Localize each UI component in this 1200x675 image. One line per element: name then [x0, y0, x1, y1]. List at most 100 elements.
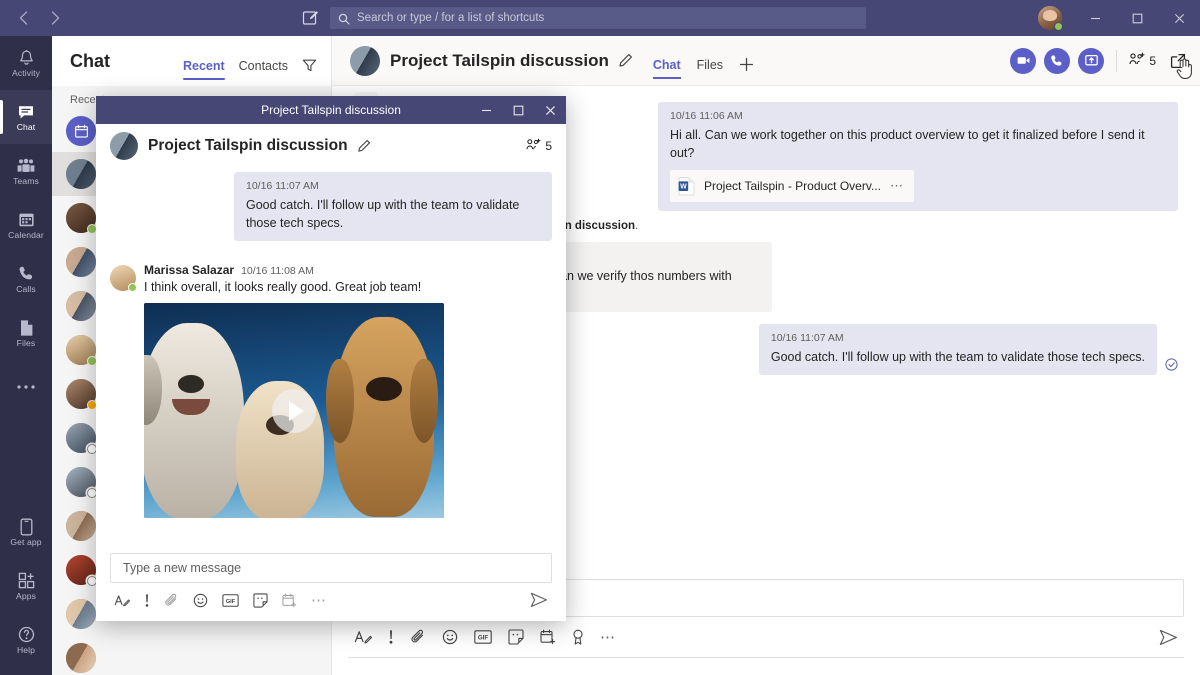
popup-close-button[interactable] — [534, 96, 566, 124]
gif-icon[interactable]: GIF — [222, 594, 239, 607]
add-people-button[interactable]: 5 — [1129, 52, 1156, 69]
pencil-edit-icon[interactable] — [618, 53, 633, 68]
message-body: Marissa Salazar 10/16 11:08 AM I think o… — [144, 263, 444, 518]
popup-window-title: Project Tailspin discussion — [261, 103, 401, 117]
sticker-icon[interactable] — [508, 629, 524, 645]
pencil-edit-icon[interactable] — [357, 139, 371, 153]
emoji-smiley-icon[interactable] — [442, 629, 458, 645]
avatar — [66, 335, 96, 365]
message-text: Good catch. I'll follow up with the team… — [771, 348, 1145, 366]
schedule-meeting-icon[interactable] — [282, 593, 297, 608]
popup-add-people-button[interactable]: 5 — [526, 138, 552, 154]
list-item[interactable] — [52, 636, 331, 675]
sidebar-item-files[interactable]: Files — [0, 306, 52, 360]
divider — [1116, 50, 1117, 72]
file-name: Project Tailspin - Product Overv... — [704, 178, 881, 195]
gif-attachment[interactable] — [144, 303, 444, 518]
popup-composer-toolbar: GIF ⋯ — [110, 583, 552, 617]
sidebar-item-label: Apps — [16, 592, 36, 601]
search-bar[interactable]: Search or type / for a list of shortcuts — [330, 7, 866, 29]
message-row[interactable]: Marissa Salazar 10/16 11:08 AM I think o… — [110, 263, 552, 518]
popup-maximize-button[interactable] — [502, 96, 534, 124]
sidebar-item-calendar[interactable]: Calendar — [0, 198, 52, 252]
important-exclamation-icon[interactable] — [388, 629, 394, 645]
message-row[interactable]: 10/16 11:07 AM Good catch. I'll follow u… — [110, 172, 552, 241]
format-text-icon[interactable] — [354, 629, 372, 645]
title-bar: Search or type / for a list of shortcuts — [0, 0, 1200, 36]
message-bubble: 10/16 11:07 AM Good catch. I'll follow u… — [234, 172, 552, 241]
window-minimize-button[interactable] — [1074, 0, 1116, 36]
popped-out-chat-window: Project Tailspin discussion Project Tail… — [96, 96, 566, 621]
window-maximize-button[interactable] — [1116, 0, 1158, 36]
avatar[interactable] — [1038, 6, 1062, 30]
attach-paperclip-icon[interactable] — [410, 629, 426, 645]
compose-new-chat-icon[interactable] — [302, 9, 320, 27]
more-options-icon[interactable]: ⋯ — [600, 630, 617, 645]
sidebar-more-apps-button[interactable] — [0, 360, 52, 414]
share-screen-icon[interactable] — [1078, 48, 1104, 74]
popup-message-input[interactable]: Type a new message — [110, 553, 552, 583]
sidebar-item-activity[interactable]: Activity — [0, 36, 52, 90]
popup-chat-title: Project Tailspin discussion — [148, 137, 348, 155]
emoji-smiley-icon[interactable] — [193, 593, 208, 608]
popup-message-list: 10/16 11:07 AM Good catch. I'll follow u… — [96, 168, 566, 553]
sidebar-item-chat[interactable]: Chat — [0, 90, 52, 144]
message-text: Hi all. Can we work together on this pro… — [670, 126, 1166, 162]
filter-funnel-icon[interactable] — [302, 58, 317, 86]
play-triangle-icon[interactable] — [272, 389, 316, 433]
sidebar-item-calls[interactable]: Calls — [0, 252, 52, 306]
format-text-icon[interactable] — [114, 593, 130, 608]
chat-title: Project Tailspin discussion — [390, 51, 609, 71]
send-arrow-icon[interactable] — [1159, 629, 1178, 646]
more-options-icon[interactable]: ⋯ — [311, 593, 328, 608]
message-bubble: 10/16 11:06 AM Hi all. Can we work toget… — [658, 102, 1178, 211]
add-people-icon — [1129, 52, 1146, 69]
video-call-icon[interactable] — [1010, 48, 1036, 74]
plus-icon[interactable] — [739, 36, 754, 86]
attach-paperclip-icon[interactable] — [164, 593, 179, 608]
schedule-meeting-icon[interactable] — [540, 629, 556, 645]
popup-minimize-button[interactable] — [470, 96, 502, 124]
send-arrow-icon[interactable] — [530, 592, 548, 608]
important-exclamation-icon[interactable] — [144, 593, 150, 608]
forward-button[interactable] — [46, 9, 64, 27]
pop-out-icon[interactable] — [1170, 53, 1186, 69]
sidebar-item-label: Chat — [17, 123, 36, 132]
file-attachment-card[interactable]: W Project Tailspin - Product Overv... ⋯ — [670, 170, 914, 202]
tab-files[interactable]: Files — [697, 36, 723, 86]
window-close-button[interactable] — [1158, 0, 1200, 36]
sidebar-item-label: Teams — [13, 177, 39, 186]
gif-icon[interactable]: GIF — [474, 630, 492, 644]
help-circle-icon — [18, 625, 35, 644]
message-meta: Marissa Salazar 10/16 11:08 AM — [144, 263, 444, 279]
sidebar-item-get-app[interactable]: Get app — [0, 505, 52, 559]
more-horizontal-icon — [16, 378, 36, 397]
chat-list-tabs: Recent Contacts — [183, 36, 317, 86]
audio-call-icon[interactable] — [1044, 48, 1070, 74]
back-button[interactable] — [14, 9, 32, 27]
message-time: 10/16 11:07 AM — [246, 179, 540, 194]
more-horizontal-icon[interactable]: ⋯ — [890, 177, 904, 196]
sidebar-item-apps[interactable]: Apps — [0, 559, 52, 613]
svg-text:W: W — [680, 184, 687, 191]
chat-list-header: Chat Recent Contacts — [52, 36, 331, 86]
popup-title-bar: Project Tailspin discussion — [96, 96, 566, 124]
sidebar-item-label: Calls — [16, 285, 36, 294]
praise-award-icon[interactable] — [572, 629, 584, 645]
popup-window-controls — [470, 96, 566, 124]
chat-header-actions: 5 — [1010, 48, 1186, 74]
file-icon — [19, 318, 34, 337]
avatar — [66, 643, 96, 673]
tab-chat[interactable]: Chat — [653, 36, 681, 86]
message-bubble: 10/16 11:07 AM Good catch. I'll follow u… — [759, 324, 1157, 375]
chat-header: Project Tailspin discussion Chat Files — [332, 36, 1200, 86]
tab-recent[interactable]: Recent — [183, 36, 225, 86]
sidebar-item-help[interactable]: Help — [0, 613, 52, 667]
avatar — [350, 46, 380, 76]
avatar — [110, 265, 136, 291]
sidebar-item-teams[interactable]: Teams — [0, 144, 52, 198]
search-input[interactable]: Search or type / for a list of shortcuts — [357, 12, 544, 24]
tab-contacts[interactable]: Contacts — [239, 36, 288, 86]
search-icon — [338, 12, 350, 24]
sticker-icon[interactable] — [253, 593, 268, 608]
